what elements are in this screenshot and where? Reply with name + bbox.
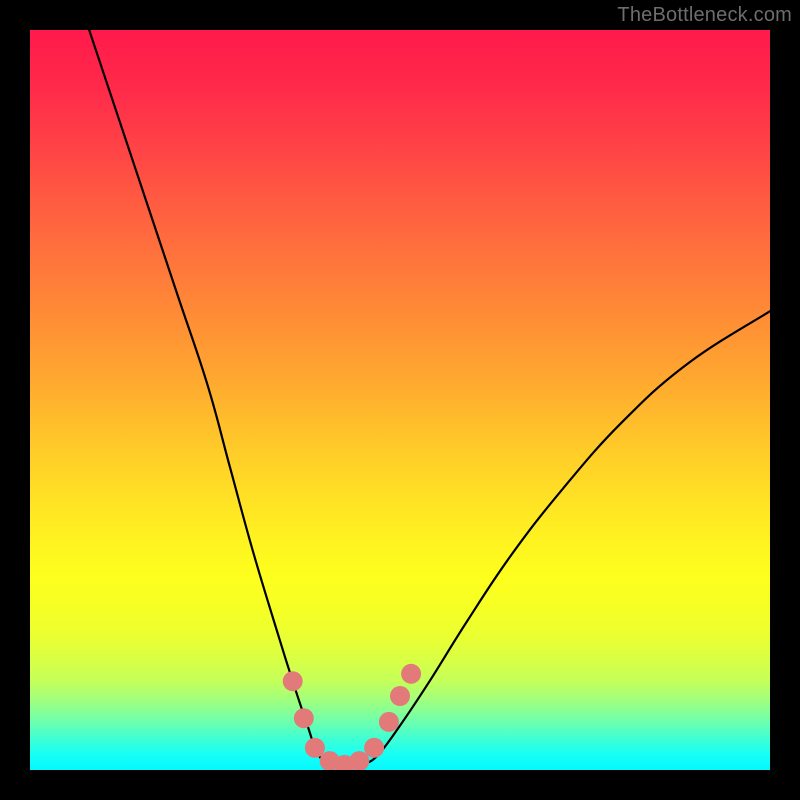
valley-dot	[379, 712, 399, 732]
valley-dot	[401, 664, 421, 684]
valley-dot	[364, 738, 384, 758]
valley-dot	[283, 671, 303, 691]
curve-layer	[30, 30, 770, 770]
valley-dot	[390, 686, 410, 706]
chart-frame: TheBottleneck.com	[0, 0, 800, 800]
watermark-text: TheBottleneck.com	[617, 4, 792, 27]
valley-dot	[294, 708, 314, 728]
bottleneck-curve	[89, 30, 770, 766]
valley-markers	[283, 664, 421, 770]
plot-area	[30, 30, 770, 770]
valley-dot	[305, 738, 325, 758]
